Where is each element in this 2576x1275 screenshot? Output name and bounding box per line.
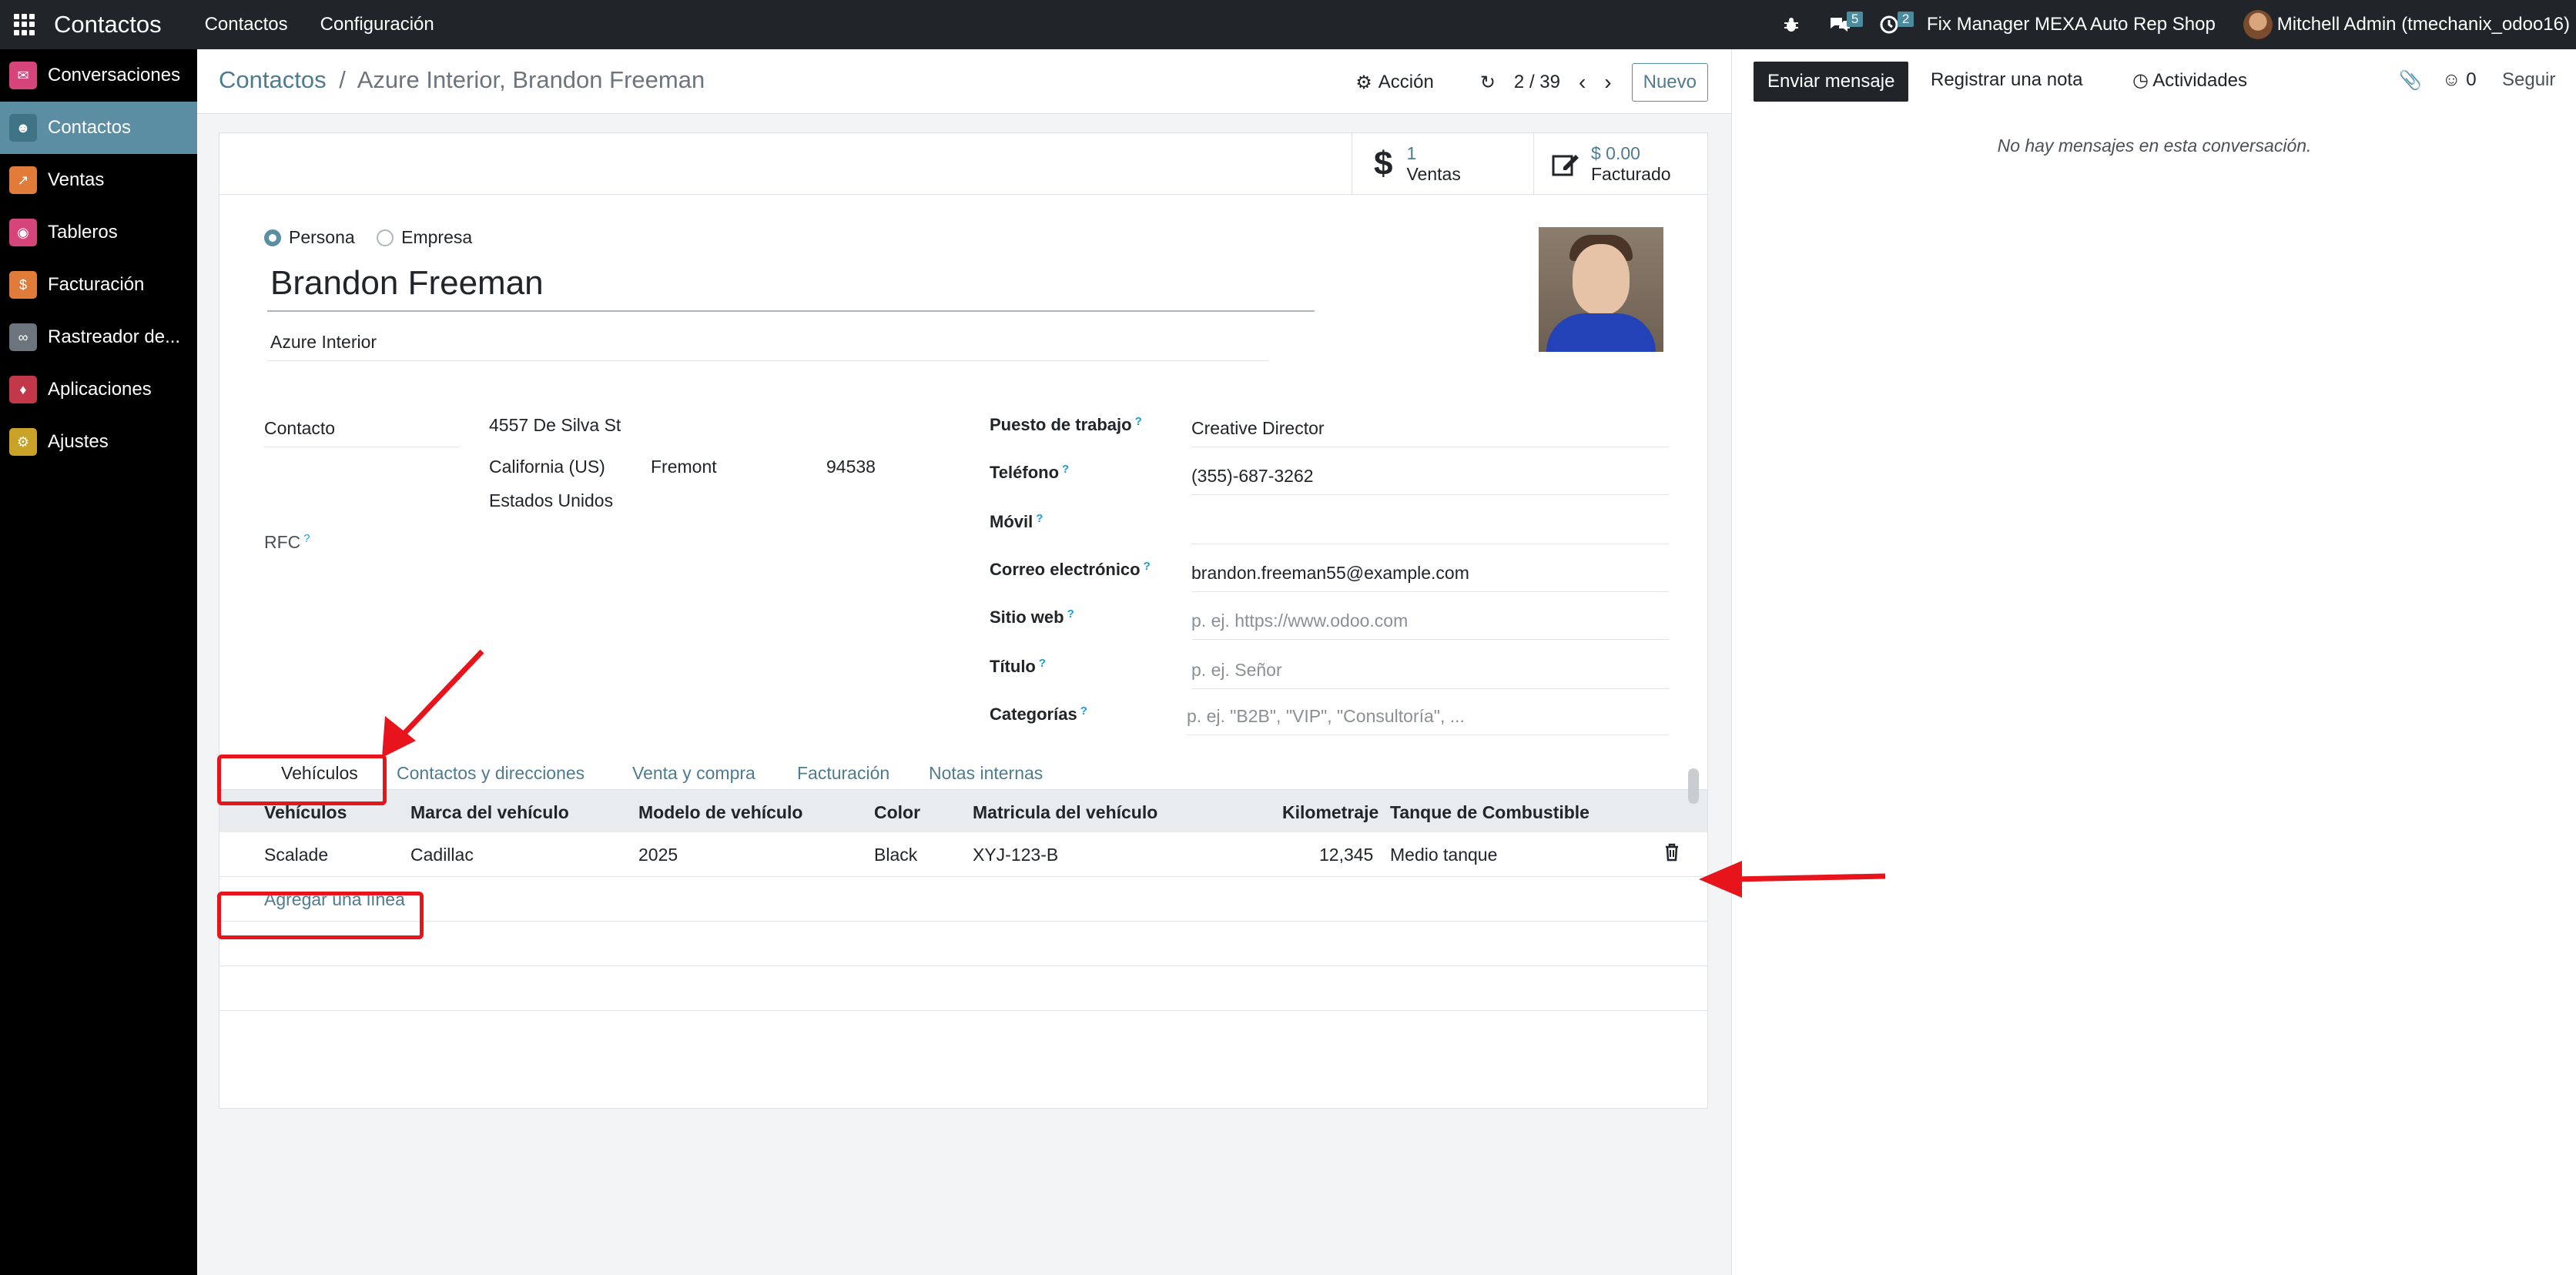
annotation-arrows [382,649,1886,898]
arrow-to-trash-head [1699,861,1742,898]
arrow-to-trash-line [1732,873,1886,882]
arrow-to-tab-line [395,649,484,743]
arrow-to-tab-head [382,716,416,758]
